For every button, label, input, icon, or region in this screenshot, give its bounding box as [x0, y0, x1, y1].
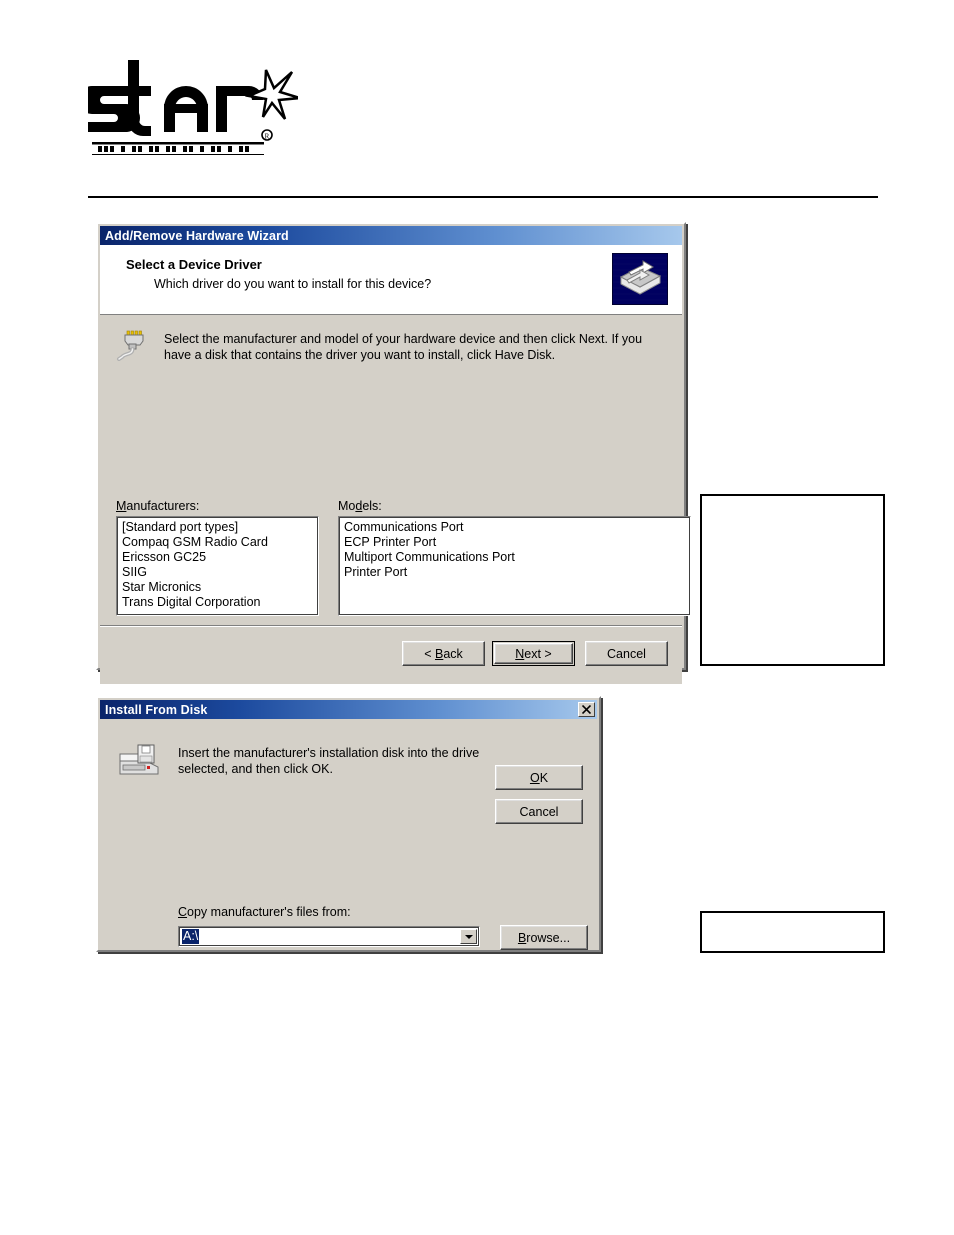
page-divider-rule	[88, 196, 878, 198]
wizard-instruction-text: Select the manufacturer and model of you…	[164, 332, 643, 362]
copy-files-from-rest: opy manufacturer's files from:	[187, 905, 351, 919]
models-column: Models: Communications Port ECP Printer …	[338, 499, 691, 616]
install-message-text: Insert the manufacturer's installation d…	[178, 746, 480, 776]
manufacturers-listbox[interactable]: [Standard port types] Compaq GSM Radio C…	[116, 516, 319, 616]
add-remove-hardware-wizard-dialog: Add/Remove Hardware Wizard Select a Devi…	[96, 222, 691, 684]
copy-files-from-combobox[interactable]: A:\	[178, 926, 480, 947]
copy-files-from-value[interactable]: A:\	[182, 929, 200, 944]
device-driver-icon	[612, 253, 668, 305]
list-item[interactable]: [Standard port types]	[119, 520, 316, 535]
models-item-selected[interactable]: Communications Port	[344, 520, 464, 534]
manufacturers-item-selected[interactable]: [Standard port types]	[122, 520, 238, 534]
next-rest: ext >	[524, 646, 552, 661]
list-item[interactable]: Communications Port	[341, 520, 688, 535]
browse-label: Browse...	[518, 931, 570, 945]
callout-box-bottom	[700, 911, 885, 953]
wizard-title-bar: Add/Remove Hardware Wizard	[100, 226, 682, 245]
manufacturers-label: Manufacturers:	[116, 499, 319, 513]
list-item[interactable]: Star Micronics	[119, 580, 316, 595]
install-title-bar: Install From Disk	[100, 700, 597, 719]
list-item[interactable]: Compaq GSM Radio Card	[119, 535, 316, 550]
install-cancel-button[interactable]: Cancel	[495, 799, 583, 824]
star-micronics-logo-svg: R	[88, 60, 298, 155]
ok-button[interactable]: OK	[495, 765, 583, 790]
back-button[interactable]: < Back	[402, 641, 485, 666]
browse-rest: rowse...	[526, 930, 571, 945]
wizard-instruction-block: Select the manufacturer and model of you…	[100, 315, 682, 363]
list-item[interactable]: Multiport Communications Port	[341, 550, 688, 565]
ok-label: OK	[530, 771, 548, 785]
wizard-header-subtitle: Which driver do you want to install for …	[154, 277, 432, 291]
chevron-down-icon[interactable]	[460, 929, 477, 944]
ok-rest: K	[539, 770, 549, 785]
models-label: Models:	[338, 499, 691, 513]
list-item[interactable]: SIIG	[119, 565, 316, 580]
wizard-body: Select the manufacturer and model of you…	[100, 315, 691, 668]
cancel-button[interactable]: Cancel	[585, 641, 668, 666]
list-item[interactable]: Printer Port	[341, 565, 688, 580]
callout-box-top	[700, 494, 885, 666]
next-label: Next >	[515, 647, 551, 661]
copy-files-from-label: Copy manufacturer's files from:	[178, 905, 351, 919]
back-label: < Back	[424, 647, 463, 661]
manufacturers-label-accel: M	[116, 499, 127, 513]
wizard-title-text: Add/Remove Hardware Wizard	[105, 228, 289, 243]
install-from-disk-dialog: Install From Disk Insert the manufacture…	[96, 696, 601, 952]
list-item[interactable]: Ericsson GC25	[119, 550, 316, 565]
install-from-disk-body: Insert the manufacturer's installation d…	[100, 721, 597, 950]
hardware-plug-icon	[116, 329, 150, 361]
floppy-drive-icon-svg	[119, 744, 159, 775]
close-icon-svg	[582, 705, 591, 714]
wizard-header-title: Select a Device Driver	[126, 257, 262, 272]
next-button[interactable]: Next >	[492, 641, 575, 666]
manufacturers-column: Manufacturers: [Standard port types] Com…	[116, 499, 319, 616]
install-title-text: Install From Disk	[105, 702, 208, 717]
wizard-header: Select a Device Driver Which driver do y…	[100, 245, 682, 315]
device-driver-icon-svg	[613, 254, 667, 304]
star-micronics-logo: R	[88, 50, 298, 155]
models-label-rest: els:	[362, 499, 382, 513]
close-icon[interactable]	[578, 702, 595, 717]
svg-text:R: R	[265, 133, 270, 141]
browse-button[interactable]: Browse...	[500, 925, 588, 950]
ok-accel: O	[529, 770, 540, 785]
list-item[interactable]: Trans Digital Corporation	[119, 595, 316, 610]
back-prefix: <	[424, 646, 435, 661]
models-label-pre: Mo	[338, 499, 356, 513]
wizard-footer-buttons: < Back Next > Cancel	[402, 641, 668, 666]
back-rest: ack	[443, 646, 463, 661]
floppy-drive-icon	[118, 741, 160, 779]
next-accel: N	[515, 646, 525, 661]
copy-files-from-accel: C	[178, 905, 188, 919]
manufacturers-label-rest: anufacturers:	[126, 499, 200, 513]
wizard-footer: < Back Next > Cancel	[100, 626, 682, 684]
hardware-plug-icon-svg	[117, 330, 144, 361]
models-listbox[interactable]: Communications Port ECP Printer Port Mul…	[338, 516, 691, 616]
list-item[interactable]: ECP Printer Port	[341, 535, 688, 550]
